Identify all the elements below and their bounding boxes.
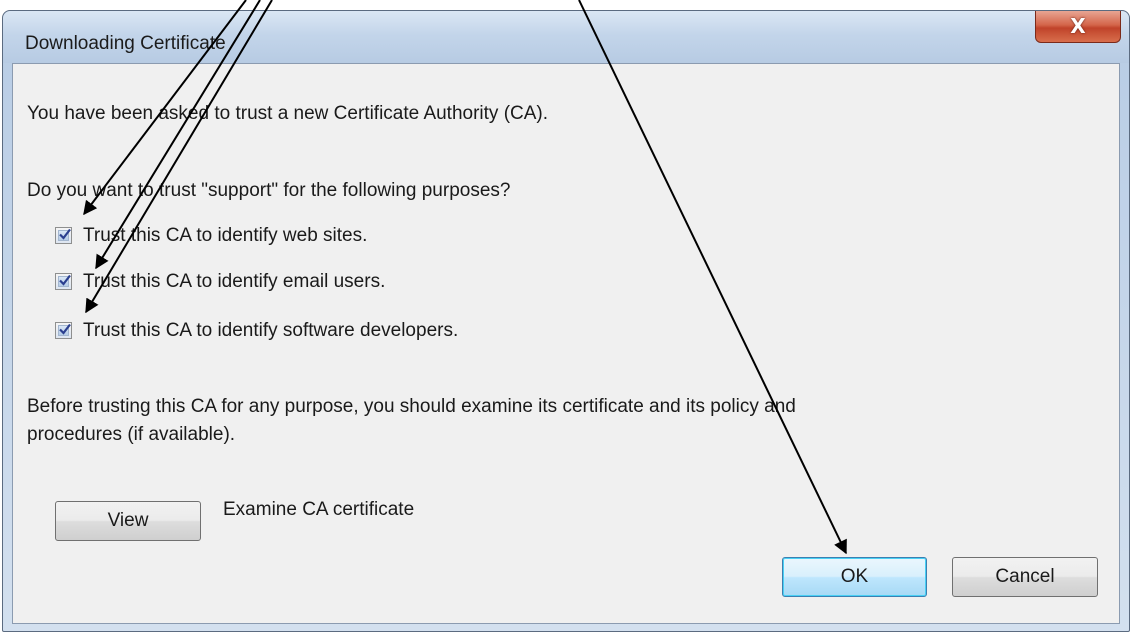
question-text: Do you want to trust "support" for the f…	[27, 180, 511, 201]
checkmark-icon	[59, 323, 71, 335]
view-button[interactable]: View	[55, 501, 201, 541]
cancel-button[interactable]: Cancel	[952, 557, 1098, 597]
close-button[interactable]: X	[1035, 11, 1121, 43]
option-label: Trust this CA to identify web sites.	[83, 225, 368, 246]
ok-button[interactable]: OK	[782, 557, 927, 597]
close-icon: X	[1070, 14, 1086, 38]
title-bar: Downloading Certificate X	[3, 11, 1129, 63]
checkbox-web-sites[interactable]	[55, 227, 72, 244]
view-description: Examine CA certificate	[223, 499, 415, 520]
checkmark-icon	[59, 274, 71, 286]
option-label: Trust this CA to identify email users.	[83, 271, 386, 292]
screenshot-stage: Downloading Certificate X You have been …	[0, 0, 1134, 636]
checkbox-email-users[interactable]	[55, 273, 72, 290]
advice-text-line-2: procedures (if available).	[27, 424, 236, 445]
dialog-title: Downloading Certificate	[25, 33, 226, 54]
intro-text: You have been asked to trust a new Certi…	[27, 103, 549, 124]
advice-text-line-1: Before trusting this CA for any purpose,…	[27, 396, 796, 417]
dialog-window: Downloading Certificate X You have been …	[2, 10, 1130, 632]
checkmark-icon	[59, 228, 71, 240]
option-label: Trust this CA to identify software devel…	[83, 320, 459, 341]
dialog-body: You have been asked to trust a new Certi…	[12, 63, 1120, 624]
checkbox-software-developers[interactable]	[55, 322, 72, 339]
